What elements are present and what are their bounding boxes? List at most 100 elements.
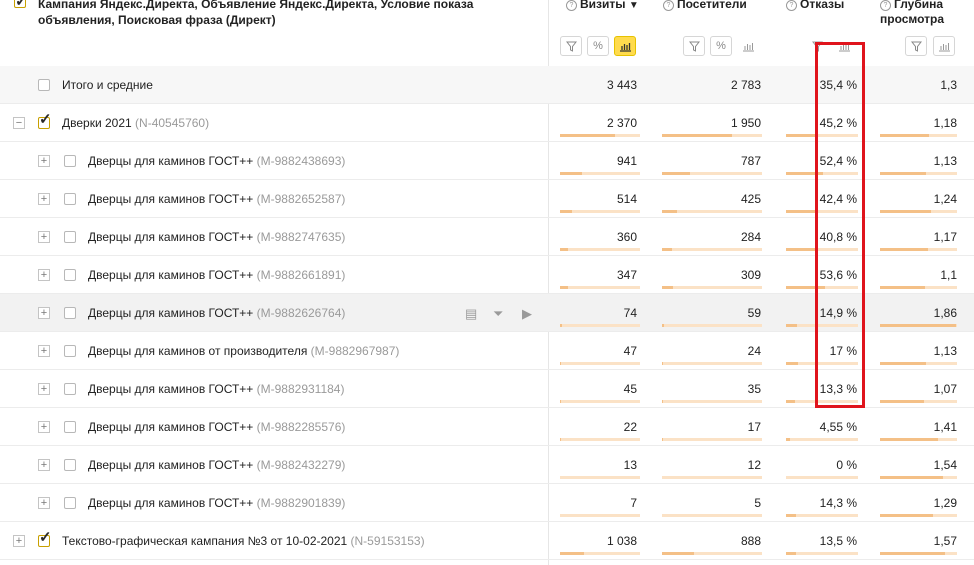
cell-bar-fill — [880, 286, 925, 289]
row-checkbox[interactable] — [38, 79, 50, 91]
expand-icon[interactable]: + — [38, 155, 50, 167]
help-icon[interactable]: ? — [880, 0, 891, 11]
cell-value: 1,57 — [933, 534, 957, 548]
row-checkbox[interactable] — [64, 383, 76, 395]
cell-bar — [662, 210, 762, 213]
table-row[interactable]: + Дверцы для каминов ГОСТ++ (M-9882901839… — [0, 484, 974, 522]
cell-value: 347 — [616, 268, 637, 282]
cell-bar — [662, 476, 762, 479]
help-icon[interactable]: ? — [786, 0, 797, 11]
row-label-text: Дверцы для каминов ГОСТ++ — [88, 192, 254, 206]
visits-bars-button[interactable] — [614, 36, 636, 56]
row-checkbox[interactable] — [64, 497, 76, 509]
depth-filter-button[interactable] — [905, 36, 927, 56]
cell-bar-fill — [786, 514, 796, 517]
cell-value: 425 — [740, 192, 761, 206]
cell-bar-fill — [880, 552, 945, 555]
row-checkbox[interactable] — [64, 307, 76, 319]
cell-value: 787 — [740, 154, 761, 168]
expand-icon[interactable]: + — [38, 459, 50, 471]
sort-desc-icon[interactable]: ▼ — [629, 0, 639, 11]
row-checkbox[interactable] — [64, 345, 76, 357]
row-label-text: Дверцы для каминов ГОСТ++ — [88, 496, 254, 510]
cell-value: 888 — [740, 534, 761, 548]
row-label: Дверцы для каминов ГОСТ++ (M-9882661891) — [88, 268, 345, 282]
table-row[interactable]: + Дверцы для каминов ГОСТ++ (M-9882285576… — [0, 408, 974, 446]
visits-filter-button[interactable] — [560, 36, 582, 56]
row-label-text: Текстово-графическая кампания №3 от 10-0… — [62, 534, 348, 548]
cell-bar — [880, 400, 957, 403]
expand-icon[interactable]: + — [38, 345, 50, 357]
cell-bar — [662, 286, 762, 289]
expand-icon[interactable]: + — [13, 535, 25, 547]
cell-value: 360 — [616, 230, 637, 244]
column-header-depth[interactable]: ? Глубина просмотра — [880, 0, 970, 27]
cell-value: 74 — [623, 306, 637, 320]
cell-bar-fill — [560, 362, 561, 365]
cell-bar — [880, 362, 957, 365]
row-checkbox[interactable] — [64, 459, 76, 471]
expand-icon[interactable]: + — [38, 497, 50, 509]
cell-bar — [662, 248, 762, 251]
cell-bar — [560, 324, 640, 327]
cell-bar-fill — [786, 400, 795, 403]
cell-bar-fill — [786, 248, 816, 251]
column-header-visits[interactable]: ? Визиты ▼ — [566, 0, 639, 13]
row-label: Дверцы для каминов ГОСТ++ (M-9882652587) — [88, 192, 345, 206]
column-label: Посетители — [677, 0, 747, 11]
expand-icon[interactable]: + — [38, 421, 50, 433]
checkmark-icon: ✓ — [39, 111, 52, 128]
visitors-bars-button[interactable] — [737, 36, 759, 56]
cell-value: 1,13 — [933, 344, 957, 358]
column-header-bounces[interactable]: ? Отказы — [786, 0, 844, 12]
expand-icon[interactable]: + — [38, 231, 50, 243]
filter-icon[interactable]: ⏷ — [493, 306, 503, 322]
cell-bar-fill — [662, 438, 663, 441]
column-label: Отказы — [800, 0, 845, 11]
cell-bar-fill — [880, 476, 943, 479]
row-id: (M-9882432279) — [253, 458, 346, 472]
expand-icon[interactable]: + — [38, 193, 50, 205]
row-label: Дверцы для каминов ГОСТ++ (M-9882438693) — [88, 154, 345, 168]
play-icon[interactable]: ▶ — [522, 306, 532, 322]
cell-value: 1,1 — [940, 268, 957, 282]
filter-icon — [910, 41, 922, 52]
help-icon[interactable]: ? — [663, 0, 674, 11]
visitors-percent-button[interactable]: % — [710, 36, 732, 56]
cell-bar — [880, 552, 957, 555]
expand-icon[interactable]: + — [38, 383, 50, 395]
cell-value: 0 % — [836, 458, 857, 472]
expand-icon[interactable]: + — [38, 307, 50, 319]
cell-value: 1,18 — [933, 116, 957, 130]
row-checkbox[interactable] — [64, 193, 76, 205]
row-checkbox[interactable] — [64, 269, 76, 281]
save-icon[interactable]: ▤ — [465, 306, 477, 322]
cell-bar-fill — [786, 134, 818, 137]
table-row[interactable]: + ✓ Текстово-графическая кампания №3 от 10… — [0, 522, 974, 560]
row-label: Дверки 2021 (N-40545760) — [62, 116, 209, 130]
row-checkbox[interactable] — [64, 421, 76, 433]
depth-bars-button[interactable] — [933, 36, 955, 56]
cell-value: 1 038 — [606, 534, 637, 548]
row-id: (M-9882438693) — [253, 154, 346, 168]
visitors-filter-button[interactable] — [683, 36, 705, 56]
row-checkbox[interactable] — [64, 231, 76, 243]
expand-icon[interactable]: + — [38, 269, 50, 281]
row-checkbox[interactable] — [64, 155, 76, 167]
cell-bar — [662, 362, 762, 365]
row-label-text: Дверцы для каминов ГОСТ++ — [88, 154, 254, 168]
column-header-visitors[interactable]: ? Посетители — [663, 0, 747, 12]
table-row[interactable]: + Дверцы для каминов ГОСТ++ (M-9882432279… — [0, 446, 974, 484]
row-label-text: Дверцы для каминов ГОСТ++ — [88, 306, 254, 320]
cell-bar-fill — [560, 552, 584, 555]
help-icon[interactable]: ? — [566, 0, 577, 11]
collapse-icon[interactable]: − — [13, 117, 25, 129]
cell-bar — [880, 134, 957, 137]
cell-bar-fill — [880, 134, 929, 137]
visits-percent-button[interactable]: % — [587, 36, 609, 56]
cell-value: 2 370 — [606, 116, 637, 130]
cell-bar-fill — [880, 172, 926, 175]
row-label: Дверцы для каминов ГОСТ++ (M-9882931184) — [88, 382, 344, 396]
cell-value: 1,24 — [933, 192, 957, 206]
row-label: Итого и средние — [62, 78, 153, 92]
